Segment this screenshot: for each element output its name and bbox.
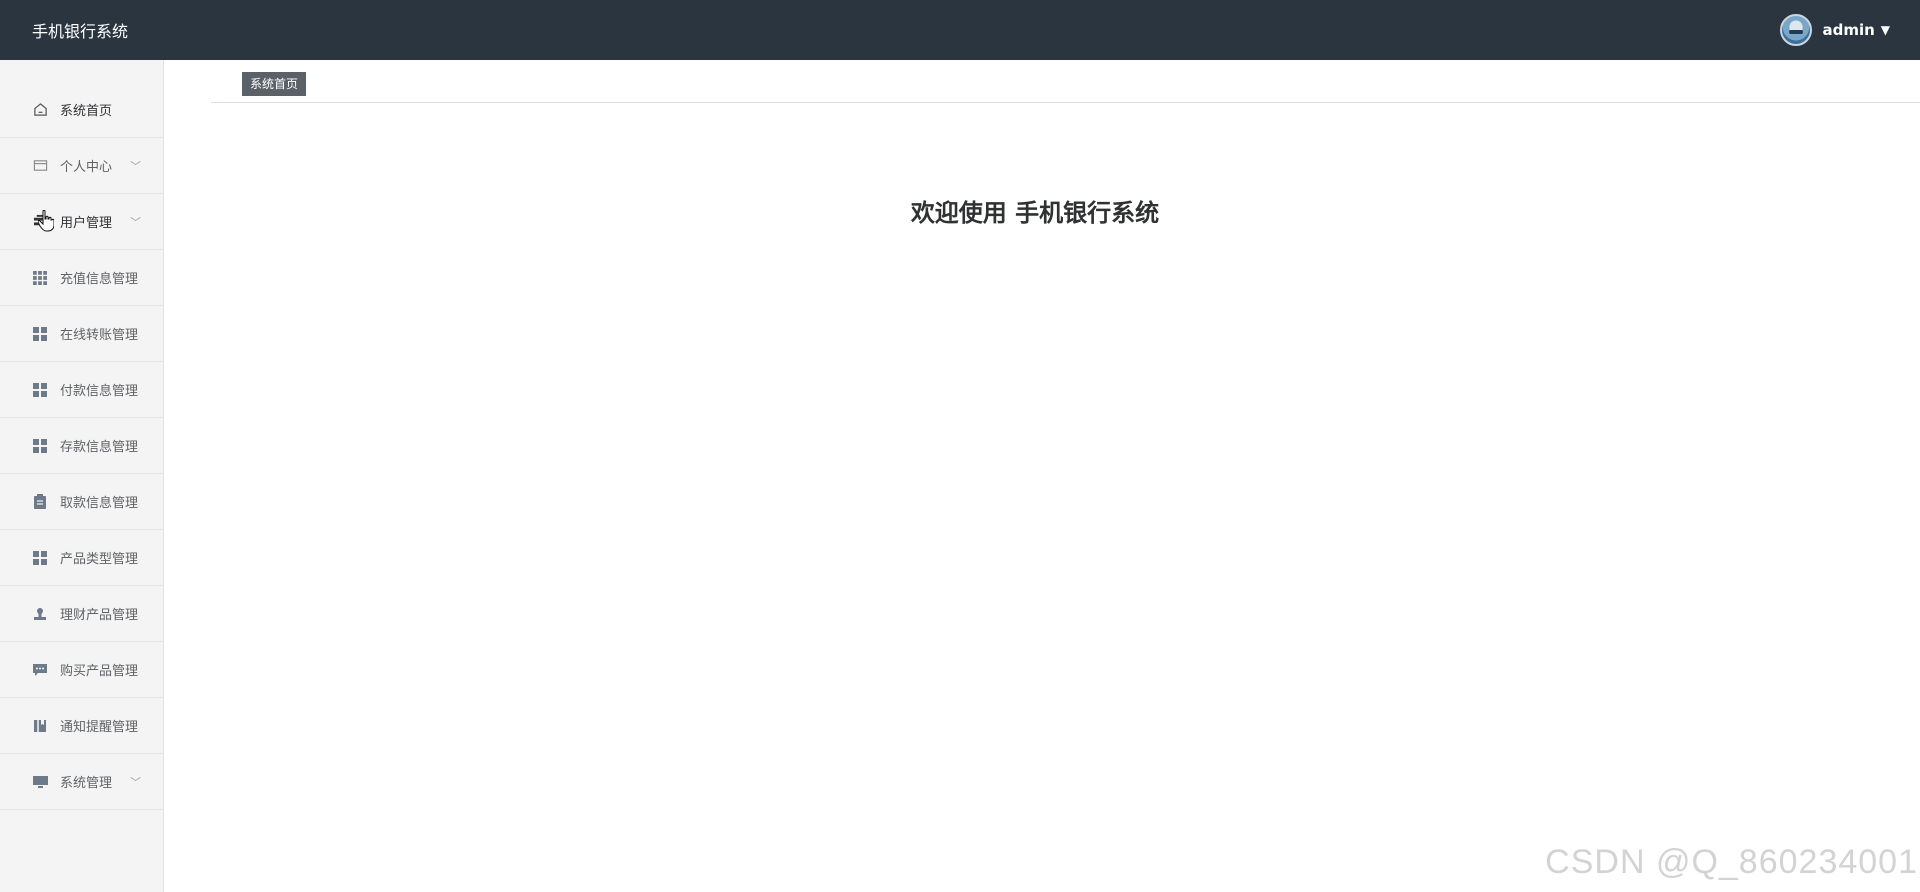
sidebar-item-transfer[interactable]: 在线转账管理 <box>0 306 163 362</box>
book-icon <box>32 718 48 734</box>
grid4-icon <box>32 438 48 454</box>
sidebar-item-label: 系统管理 <box>60 776 113 791</box>
monitor-icon <box>32 774 48 790</box>
sidebar-item-product-type[interactable]: 产品类型管理 <box>0 530 163 586</box>
sidebar-item-label: 充值信息管理 <box>60 272 139 287</box>
sidebar-item-profile[interactable]: 个人中心 ﹀ <box>0 138 163 194</box>
grid4-icon <box>32 382 48 398</box>
sidebar-item-users[interactable]: 用户管理 ﹀ <box>0 194 163 250</box>
top-navbar: 手机银行系统 admin ▼ <box>0 0 1920 60</box>
sidebar-item-withdraw[interactable]: 取款信息管理 <box>0 474 163 530</box>
sidebar-item-label: 通知提醒管理 <box>60 720 139 735</box>
username[interactable]: admin <box>1822 21 1874 39</box>
grid9-icon <box>32 270 48 286</box>
sidebar-item-label: 存款信息管理 <box>60 440 139 455</box>
watermark: CSDN @Q_860234001 <box>1545 843 1918 881</box>
sidebar-item-system[interactable]: 系统管理 ﹀ <box>0 754 163 810</box>
chevron-down-icon: ﹀ <box>130 215 141 229</box>
user-menu[interactable]: admin ▼ <box>1780 14 1890 46</box>
caret-down-icon[interactable]: ▼ <box>1881 23 1890 37</box>
app-title: 手机银行系统 <box>32 22 129 41</box>
home-icon <box>32 102 48 118</box>
sidebar-item-purchase[interactable]: 购买产品管理 <box>0 642 163 698</box>
sidebar-item-home[interactable]: 系统首页 <box>0 60 163 138</box>
chevron-down-icon: ﹀ <box>130 775 141 789</box>
sidebar-item-payment[interactable]: 付款信息管理 <box>0 362 163 418</box>
tab-home[interactable]: 系统首页 <box>242 72 307 96</box>
sidebar-item-label: 购买产品管理 <box>60 664 139 679</box>
sidebar-item-label: 个人中心 <box>60 160 113 175</box>
sidebar-item-label: 产品类型管理 <box>60 552 139 567</box>
sidebar-item-notice[interactable]: 通知提醒管理 <box>0 698 163 754</box>
welcome-heading: 欢迎使用 手机银行系统 <box>910 199 1160 227</box>
stamp-icon <box>32 606 48 622</box>
sidebar-item-label: 系统首页 <box>60 104 113 119</box>
sidebar-item-finance-product[interactable]: 理财产品管理 <box>0 586 163 642</box>
tags-view: 系统首页 <box>211 60 1920 103</box>
sidebar-item-label: 在线转账管理 <box>60 328 139 343</box>
main-content: 系统首页 欢迎使用 手机银行系统 <box>165 60 1920 892</box>
sidebar-item-deposit[interactable]: 存款信息管理 <box>0 418 163 474</box>
card-icon <box>32 158 48 174</box>
chevron-down-icon: ﹀ <box>130 159 141 173</box>
grid4-icon <box>32 326 48 342</box>
sidebar: 系统首页 个人中心 ﹀ 用户管理 ﹀ 充值信息管理 在线转账管理 付款信息管理 <box>0 60 164 892</box>
avatar[interactable] <box>1780 14 1813 46</box>
sidebar-item-label: 付款信息管理 <box>60 384 139 399</box>
grid4-icon <box>32 550 48 566</box>
sidebar-item-label: 取款信息管理 <box>60 496 139 511</box>
sidebar-item-label: 用户管理 <box>60 216 113 231</box>
chat-icon <box>32 662 48 678</box>
hand-cursor-icon <box>37 209 55 236</box>
sidebar-item-label: 理财产品管理 <box>60 608 139 623</box>
sidebar-item-recharge[interactable]: 充值信息管理 <box>0 250 163 306</box>
clipboard-icon <box>32 494 48 510</box>
